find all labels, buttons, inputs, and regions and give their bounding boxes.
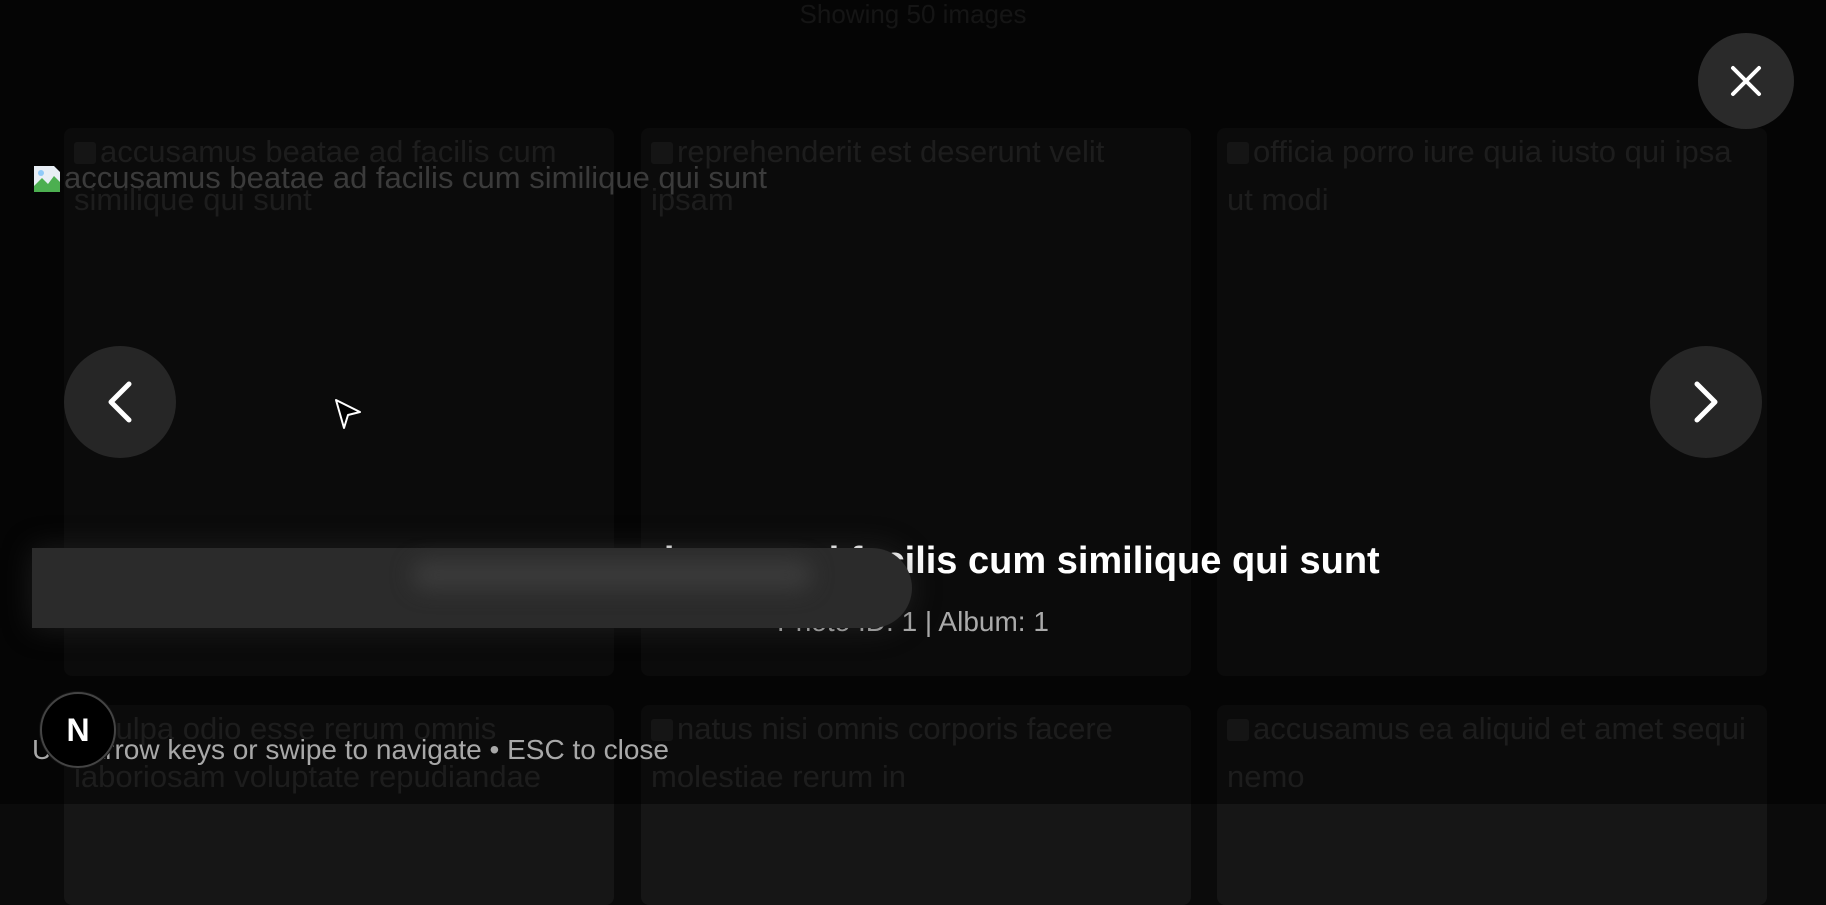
lightbox-overlay[interactable]: accusamus beatae ad facilis cum similiqu… [0,0,1826,804]
close-button[interactable] [1698,33,1794,129]
lightbox-image: accusamus beatae ad facilis cum similiqu… [32,160,767,196]
next-button[interactable] [1650,346,1762,458]
close-icon [1731,66,1761,96]
dev-badge-letter: N [66,711,90,748]
previous-button[interactable] [64,346,176,458]
mouse-cursor-icon [334,398,362,437]
dev-tools-badge[interactable]: N [40,692,116,768]
broken-image-icon [34,166,60,192]
toast-shimmer [412,560,812,590]
loading-toast [32,548,912,628]
chevron-right-icon [1694,381,1718,423]
image-alt-text: accusamus beatae ad facilis cum similiqu… [64,160,768,195]
chevron-left-icon [108,381,132,423]
navigation-hint: Use arrow keys or swipe to navigate • ES… [32,734,669,765]
